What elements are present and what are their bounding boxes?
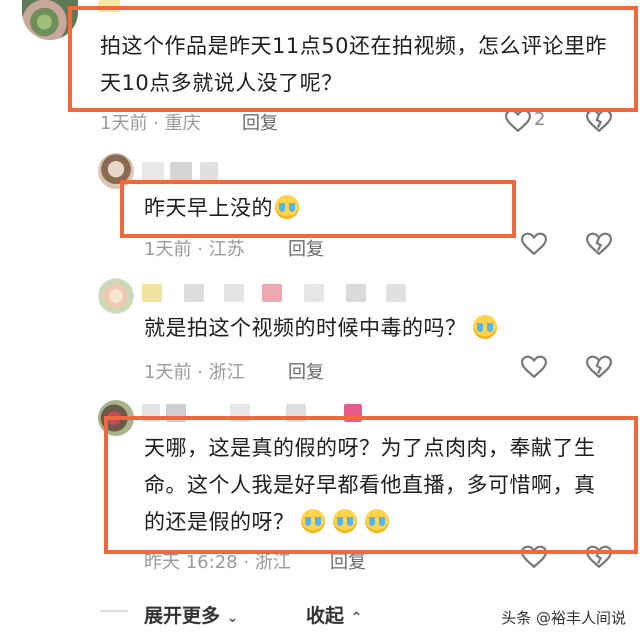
avatar[interactable] bbox=[98, 278, 134, 314]
username-blur bbox=[166, 404, 186, 422]
username-blur bbox=[304, 284, 324, 302]
comment-time: 1天前 bbox=[100, 113, 148, 134]
crying-face-icon bbox=[332, 509, 357, 533]
comment-meta-3: 1天前 · 浙江 bbox=[144, 358, 245, 384]
crying-face-icon bbox=[364, 509, 389, 533]
comment-text: 就是拍这个视频的时候中毒的吗？ bbox=[144, 316, 467, 340]
comment-text-1: 拍这个作品是昨天11点50还在拍视频，怎么评论里昨天10点多就说人没了呢？ bbox=[100, 34, 607, 95]
comment-text-2: 昨天早上没的 bbox=[144, 190, 299, 227]
username-blur bbox=[286, 404, 306, 422]
reply-button[interactable]: 回复 bbox=[288, 358, 324, 384]
meta-dot: · bbox=[153, 113, 165, 134]
comment-location: 江苏 bbox=[208, 239, 245, 260]
heart-icon[interactable] bbox=[520, 355, 548, 379]
username-blur bbox=[386, 284, 406, 302]
username-blur bbox=[142, 162, 164, 180]
watermark: 头条 @裕丰人间说 bbox=[501, 609, 626, 627]
comment-location: 重庆 bbox=[164, 113, 201, 134]
reply-button[interactable]: 回复 bbox=[242, 109, 278, 135]
avatar[interactable] bbox=[22, 0, 78, 40]
comment-time: 昨天 16:28 bbox=[144, 552, 238, 573]
pleading-face-icon bbox=[472, 315, 497, 339]
comment-text: 昨天早上没的 bbox=[144, 196, 273, 220]
meta-dot: · bbox=[197, 362, 209, 383]
broken-heart-icon[interactable] bbox=[585, 355, 613, 379]
crying-face-icon bbox=[300, 509, 325, 533]
comment-text-3: 就是拍这个视频的时候中毒的吗？ bbox=[144, 310, 497, 347]
comment-location: 浙江 bbox=[208, 362, 245, 383]
expand-more-button[interactable]: 展开更多 ⌄ bbox=[144, 601, 238, 628]
heart-icon[interactable] bbox=[520, 545, 548, 569]
chevron-up-icon: ⌃ bbox=[350, 610, 363, 626]
crying-face-icon bbox=[275, 195, 299, 219]
username-blur bbox=[142, 284, 162, 302]
comment-time: 1天前 bbox=[144, 362, 192, 383]
chevron-down-icon: ⌄ bbox=[226, 610, 239, 626]
comment-text-4: 天哪，这是真的假的呀？为了点肉肉，奉献了生命。这个人我是好早都看他直播，多可惜啊… bbox=[144, 430, 604, 541]
username-blur bbox=[346, 284, 366, 302]
username-blur bbox=[200, 162, 218, 180]
username-blur bbox=[224, 284, 244, 302]
username-blur bbox=[262, 284, 282, 302]
reply-button[interactable]: 回复 bbox=[288, 235, 324, 261]
username-blur bbox=[344, 404, 362, 422]
meta-dot: · bbox=[243, 552, 255, 573]
comment-meta-4: 昨天 16:28 · 浙江 bbox=[144, 548, 291, 574]
username-blur bbox=[98, 0, 120, 12]
comment-meta-2: 1天前 · 江苏 bbox=[144, 235, 245, 261]
username-blur bbox=[142, 404, 160, 422]
avatar[interactable] bbox=[98, 153, 134, 189]
username-blur bbox=[230, 404, 250, 422]
comment-location: 浙江 bbox=[254, 552, 291, 573]
username-blur bbox=[184, 284, 204, 302]
collapse-label: 收起 bbox=[306, 605, 345, 627]
broken-heart-icon[interactable] bbox=[585, 232, 613, 256]
comment-meta-1: 1天前 · 重庆 bbox=[100, 109, 201, 135]
like-count: 2 bbox=[534, 109, 546, 130]
meta-dot: · bbox=[197, 239, 209, 260]
expand-more-label: 展开更多 bbox=[144, 605, 221, 627]
username-blur bbox=[170, 162, 192, 180]
avatar[interactable] bbox=[98, 400, 134, 436]
broken-heart-icon[interactable] bbox=[585, 109, 613, 133]
heart-icon[interactable] bbox=[504, 109, 532, 133]
reply-button[interactable]: 回复 bbox=[330, 548, 366, 574]
heart-icon[interactable] bbox=[520, 232, 548, 256]
divider bbox=[100, 610, 128, 612]
collapse-button[interactable]: 收起 ⌃ bbox=[306, 601, 362, 628]
broken-heart-icon[interactable] bbox=[585, 545, 613, 569]
comment-time: 1天前 bbox=[144, 239, 192, 260]
